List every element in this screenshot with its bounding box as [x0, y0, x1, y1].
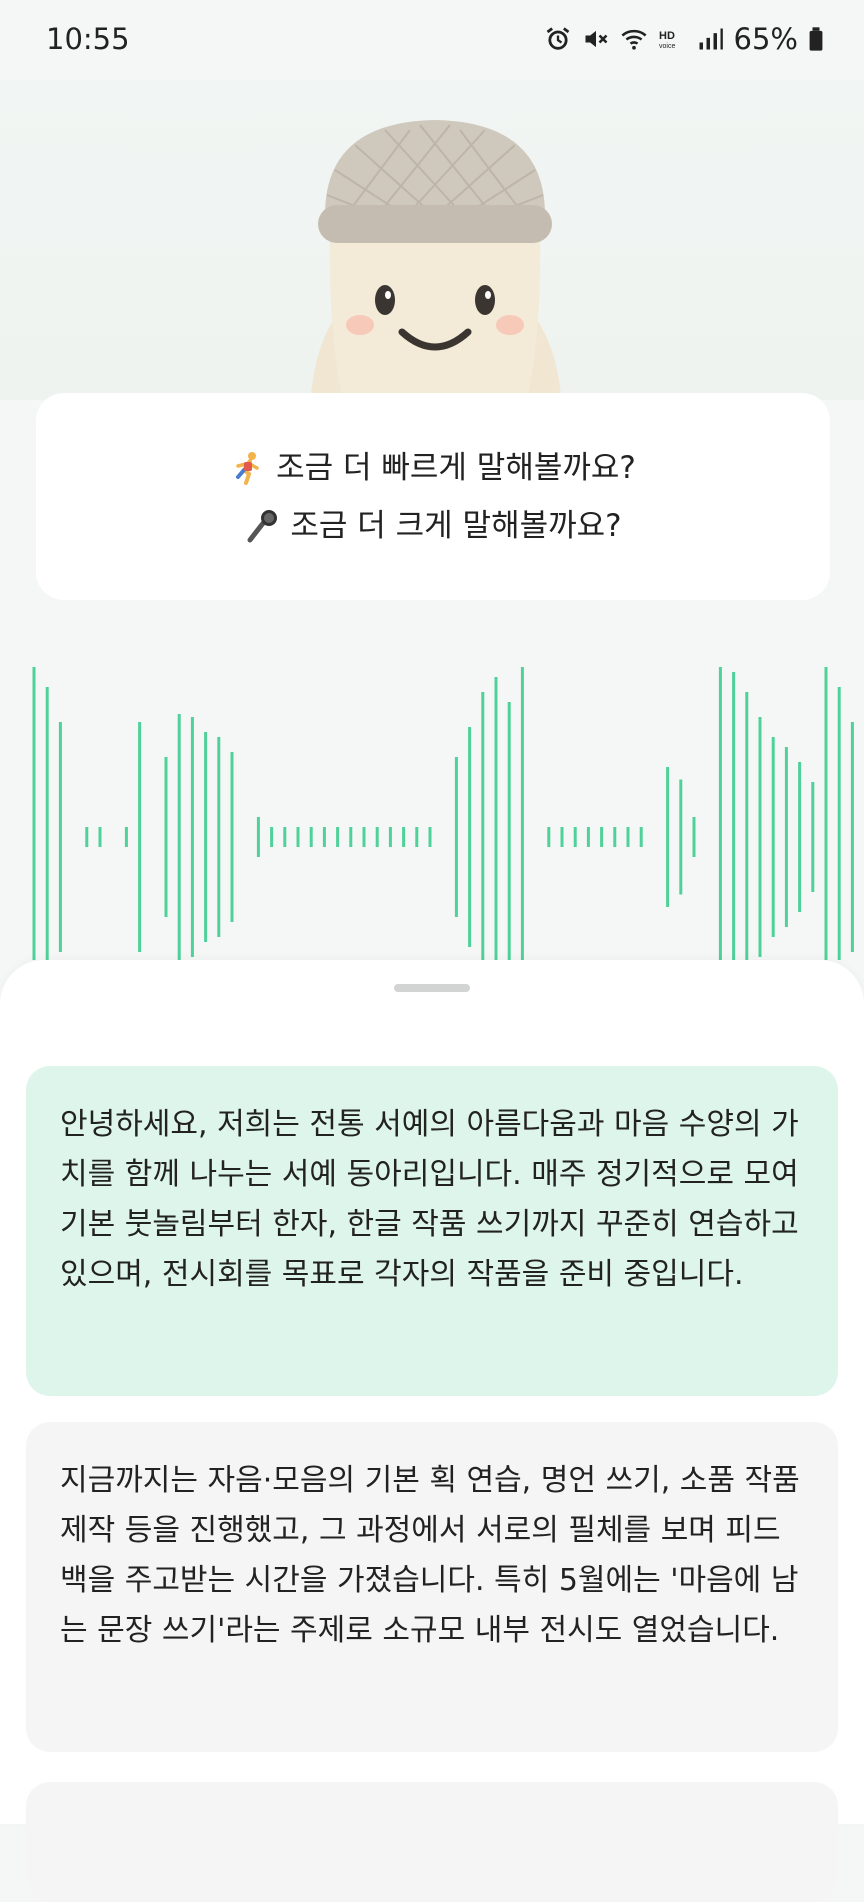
- speed-tip-text: 조금 더 빠르게 말해볼까요?: [276, 449, 636, 486]
- speed-tip: 조금 더 빠르게 말해볼까요?: [230, 439, 636, 497]
- wifi-icon: [621, 29, 647, 50]
- hd-voice-icon: HDvoice: [659, 30, 675, 50]
- microphone-mascot: [310, 120, 562, 420]
- svg-text:voice: voice: [659, 43, 675, 50]
- transcript-text: 지금까지는 자음·모음의 기본 획 연습, 명언 쓰기, 소품 작품 제작 등을…: [60, 1463, 800, 1648]
- transcript-sheet[interactable]: 안녕하세요, 저희는 전통 서예의 아름다움과 마음 수양의 가치를 함께 나누…: [0, 960, 864, 1902]
- signal-icon: [699, 28, 723, 50]
- audio-waveform: [32, 667, 854, 960]
- volume-tip-text: 조금 더 크게 말해볼까요?: [290, 507, 622, 544]
- volume-tip: 조금 더 크게 말해볼까요?: [244, 497, 622, 555]
- transcript-message-next: [26, 1782, 838, 1902]
- status-time: 10:55: [46, 22, 130, 56]
- sheet-drag-handle[interactable]: [394, 984, 470, 992]
- alarm-icon: [546, 27, 569, 50]
- status-bar: 10:55 HD voice 65%: [0, 0, 864, 80]
- speech-tip-card: 조금 더 빠르게 말해볼까요? 조금 더 크게 말해볼까요?: [36, 393, 830, 600]
- running-person-icon: [236, 451, 259, 485]
- transcript-text: 안녕하세요, 저희는 전통 서예의 아름다움과 마음 수양의 가치를 함께 나누…: [60, 1107, 799, 1292]
- svg-text:HD: HD: [659, 30, 675, 42]
- mute-icon: [585, 30, 607, 48]
- hero-area: [0, 80, 864, 420]
- battery-icon: [809, 27, 823, 51]
- battery-level: 65%: [733, 22, 798, 56]
- transcript-message-active: 안녕하세요, 저희는 전통 서예의 아름다움과 마음 수양의 가치를 함께 나누…: [26, 1066, 838, 1396]
- status-icons: HD voice 65%: [544, 22, 824, 56]
- transcript-message-pending: 지금까지는 자음·모음의 기본 획 연습, 명언 쓰기, 소품 작품 제작 등을…: [26, 1422, 838, 1752]
- microphone-icon: [247, 509, 278, 542]
